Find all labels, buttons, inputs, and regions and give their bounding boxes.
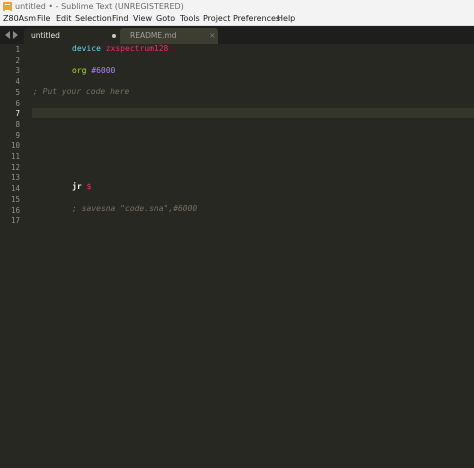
- chevron-left-icon[interactable]: [5, 31, 10, 39]
- line-number: 14: [10, 184, 20, 194]
- tab-nav-arrows: [2, 26, 22, 44]
- line-number: 13: [10, 173, 20, 183]
- unsaved-dot-icon[interactable]: [112, 34, 116, 38]
- tab-untitled[interactable]: untitled: [24, 28, 122, 44]
- code-line-3: org #6000: [72, 66, 115, 77]
- chevron-right-icon[interactable]: [13, 31, 18, 39]
- menu-file[interactable]: File: [37, 13, 50, 25]
- code-line-5-comment: ; Put your code here: [33, 87, 130, 97]
- menu-selection[interactable]: Selection: [75, 13, 112, 25]
- line-number: 10: [10, 141, 20, 151]
- instruction-jr: jr: [72, 182, 82, 192]
- code-line-16-comment: ; savesna "code.sna",#6000: [72, 203, 198, 213]
- line-number: 16: [10, 205, 20, 215]
- tab-readme[interactable]: README.md ×: [120, 28, 218, 44]
- menu-project[interactable]: Project: [203, 13, 230, 25]
- line-number: 7: [15, 109, 20, 119]
- menu-preferences[interactable]: Preferences: [233, 13, 280, 25]
- line-number: 12: [10, 162, 20, 172]
- jr-target: $: [86, 182, 92, 192]
- org-address: #6000: [91, 65, 116, 75]
- current-line-highlight: [32, 107, 474, 119]
- line-number: 1: [15, 45, 20, 54]
- menu-help[interactable]: Help: [277, 13, 295, 25]
- tab-label: README.md: [130, 31, 177, 40]
- menu-view[interactable]: View: [133, 13, 152, 25]
- line-number: 2: [15, 55, 20, 65]
- line-number: 9: [15, 130, 20, 140]
- line-number: 6: [15, 98, 20, 108]
- window-title: untitled • - Sublime Text (UNREGISTERED): [15, 2, 184, 11]
- menu-edit[interactable]: Edit: [56, 13, 72, 25]
- code-line-1: device zxspectrum128: [72, 44, 168, 55]
- menu-bar: Z80Asm File Edit Selection Find View Got…: [0, 13, 474, 26]
- device-arg: zxspectrum128: [105, 44, 169, 54]
- title-bar: untitled • - Sublime Text (UNREGISTERED): [0, 0, 474, 13]
- close-icon[interactable]: ×: [209, 28, 216, 44]
- tab-label: untitled: [31, 31, 60, 40]
- editor-area[interactable]: 1 2 3 4 5 6 7 8 9 10 11 12 13 14 15 16 17 device zxspect…: [0, 44, 474, 468]
- tab-bar: untitled README.md ×: [0, 26, 474, 44]
- line-number: 5: [15, 87, 20, 97]
- code-line-14: jr $: [72, 182, 91, 193]
- sublime-app-icon: [3, 2, 12, 11]
- menu-z80asm[interactable]: Z80Asm: [3, 13, 36, 25]
- menu-find[interactable]: Find: [112, 13, 128, 25]
- directive-device: device: [72, 44, 101, 54]
- line-number: 17: [10, 216, 20, 226]
- menu-goto[interactable]: Goto: [156, 13, 175, 25]
- line-number: 15: [10, 194, 20, 204]
- line-number: 3: [15, 66, 20, 76]
- line-number: 8: [15, 119, 20, 129]
- line-number: 11: [10, 152, 20, 161]
- line-number: 4: [15, 77, 20, 87]
- menu-tools[interactable]: Tools: [180, 13, 200, 25]
- directive-org: org: [72, 65, 87, 75]
